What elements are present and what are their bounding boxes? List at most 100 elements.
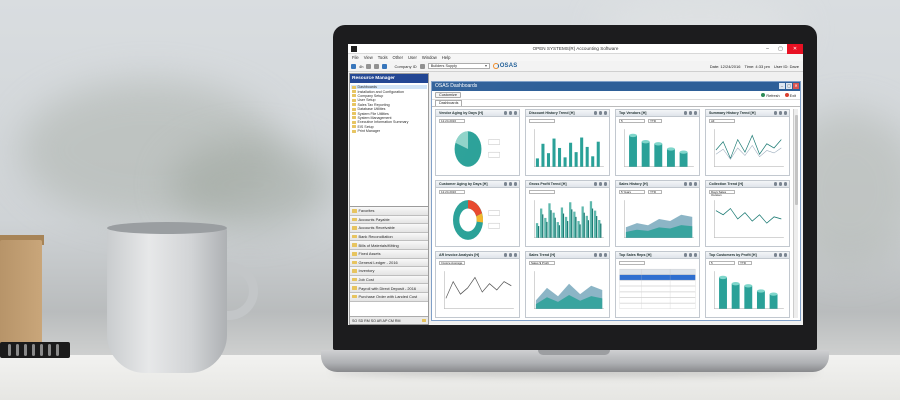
menu-view[interactable]: View bbox=[364, 55, 373, 60]
settings-icon[interactable] bbox=[688, 111, 692, 115]
table-row[interactable] bbox=[619, 268, 696, 275]
module-general-ledger[interactable]: General Ledger - 2016 bbox=[350, 258, 428, 268]
zoom-icon[interactable] bbox=[683, 182, 687, 186]
tab-dashboards[interactable]: Dashboards bbox=[435, 100, 463, 106]
module-accounts-payable[interactable]: Accounts Payable bbox=[350, 215, 428, 225]
calculator-icon[interactable] bbox=[374, 63, 380, 69]
menu-help[interactable]: Help bbox=[442, 55, 451, 60]
close-icon[interactable] bbox=[603, 253, 607, 257]
panel-period-select[interactable]: YTD bbox=[648, 189, 662, 195]
dashboard-panel[interactable]: AR Invoice Analysis [H] Invoice Average bbox=[435, 251, 520, 318]
settings-icon[interactable] bbox=[508, 111, 512, 115]
help-icon[interactable] bbox=[382, 63, 388, 69]
settings-icon[interactable] bbox=[688, 182, 692, 186]
dashboard-panel[interactable]: Gross Profit Trend [H] bbox=[525, 180, 610, 247]
settings-icon[interactable] bbox=[508, 253, 512, 257]
settings-icon[interactable] bbox=[598, 111, 602, 115]
module-favorites[interactable]: Favorites bbox=[350, 207, 428, 216]
panel-filter-select[interactable]: Sales $ Profit bbox=[529, 260, 555, 266]
zoom-icon[interactable] bbox=[593, 253, 597, 257]
dashboard-panel[interactable]: Collection Trend [H] Days Sales Outstan bbox=[705, 180, 790, 247]
panel-filter-select[interactable]: 12.24.2016 bbox=[439, 189, 465, 195]
panel-filter-select[interactable]: All bbox=[709, 118, 735, 124]
menu-other[interactable]: Other bbox=[393, 55, 403, 60]
panel-filter-select[interactable]: Days Sales Outstan bbox=[709, 189, 735, 197]
panel-period-select[interactable]: YTD bbox=[648, 118, 662, 124]
zoom-icon[interactable] bbox=[683, 111, 687, 115]
panel-filter-select[interactable] bbox=[529, 189, 555, 195]
panel-filter-select[interactable]: 12.24.2016 bbox=[439, 118, 465, 124]
table-row[interactable] bbox=[619, 291, 696, 298]
zoom-icon[interactable] bbox=[593, 111, 597, 115]
close-icon[interactable] bbox=[603, 111, 607, 115]
zoom-icon[interactable] bbox=[683, 253, 687, 257]
refresh-button[interactable]: Refresh bbox=[761, 92, 780, 98]
dashboard-scrollbar[interactable] bbox=[793, 109, 798, 318]
menu-file[interactable]: File bbox=[352, 55, 359, 60]
table-row[interactable] bbox=[619, 297, 696, 304]
dashboard-panel[interactable]: Customer Aging by Days [H] 12.24.2016 bbox=[435, 180, 520, 247]
dashboard-minimize-button[interactable]: – bbox=[779, 83, 785, 89]
customize-button[interactable]: Customize bbox=[435, 92, 461, 98]
close-icon[interactable] bbox=[693, 111, 697, 115]
close-icon[interactable] bbox=[693, 253, 697, 257]
module-shortcut-bar[interactable]: SO SD RM SO AR AP CM RM bbox=[350, 316, 428, 324]
zoom-icon[interactable] bbox=[503, 253, 507, 257]
settings-icon[interactable] bbox=[778, 182, 782, 186]
dashboard-maximize-button[interactable]: ▢ bbox=[786, 83, 792, 89]
panel-filter-select[interactable] bbox=[619, 260, 645, 266]
zoom-icon[interactable] bbox=[503, 111, 507, 115]
panel-filter-select[interactable]: 5 bbox=[619, 118, 645, 124]
module-payroll[interactable]: Payroll with Direct Deposit - 2016 bbox=[350, 284, 428, 293]
dashboard-panel[interactable]: Sales History [H] 5 Years YTD bbox=[615, 180, 700, 247]
module-bills-of-materials[interactable]: Bills of Materials/Kitting bbox=[350, 241, 428, 250]
module-inventory[interactable]: Inventory bbox=[350, 267, 428, 276]
close-icon[interactable] bbox=[513, 182, 517, 186]
home-icon[interactable] bbox=[351, 63, 356, 69]
table-row[interactable] bbox=[619, 303, 696, 309]
panel-filter-select[interactable]: Invoice Average bbox=[439, 260, 465, 266]
company-select[interactable]: Builders Supply ▼ bbox=[427, 63, 490, 69]
zoom-icon[interactable] bbox=[773, 182, 777, 186]
menu-user[interactable]: User bbox=[408, 55, 417, 60]
settings-icon[interactable] bbox=[598, 253, 602, 257]
menu-tools[interactable]: Tools bbox=[378, 55, 388, 60]
module-purchase-order[interactable]: Purchase Order with Landed Cost bbox=[350, 292, 428, 302]
exit-button[interactable]: Exit bbox=[784, 92, 796, 98]
module-job-cost[interactable]: Job Cost bbox=[350, 275, 428, 285]
zoom-icon[interactable] bbox=[773, 111, 777, 115]
settings-icon[interactable] bbox=[508, 182, 512, 186]
dashboard-close-button[interactable]: ✕ bbox=[793, 83, 799, 89]
dashboard-panel[interactable]: Summary History Trend [H] All bbox=[705, 109, 790, 176]
scrollbar-thumb[interactable] bbox=[795, 115, 798, 205]
table-row[interactable] bbox=[619, 274, 696, 281]
close-icon[interactable] bbox=[783, 182, 787, 186]
zoom-icon[interactable] bbox=[503, 182, 507, 186]
settings-icon[interactable] bbox=[688, 253, 692, 257]
dashboard-panel[interactable]: Top Customers by Profit [H] 5 YTD bbox=[705, 251, 790, 318]
zoom-icon[interactable] bbox=[593, 182, 597, 186]
panel-filter-select[interactable]: 5 Years bbox=[619, 189, 645, 195]
table-row[interactable] bbox=[619, 286, 696, 292]
tree-item[interactable]: Print Manager bbox=[351, 129, 427, 133]
table-row[interactable] bbox=[619, 280, 696, 286]
panel-period-select[interactable]: YTD bbox=[738, 260, 752, 266]
panel-filter-select[interactable]: 5 bbox=[709, 260, 735, 266]
close-icon[interactable] bbox=[603, 182, 607, 186]
close-icon[interactable] bbox=[513, 111, 517, 115]
lookup-icon[interactable] bbox=[419, 63, 425, 69]
module-bank-reconciliation[interactable]: Bank Reconciliation bbox=[350, 232, 428, 242]
settings-icon[interactable] bbox=[598, 182, 602, 186]
panel-filter-select[interactable] bbox=[529, 118, 555, 124]
dashboard-panel[interactable]: Vendor Aging by Days [H] 12.24.2016 bbox=[435, 109, 520, 176]
settings-icon[interactable] bbox=[778, 111, 782, 115]
dashboard-panel[interactable]: Sales Trend [H] Sales $ Profit bbox=[525, 251, 610, 318]
dashboard-panel[interactable]: Discount History Trend [H] bbox=[525, 109, 610, 176]
dashboard-panel[interactable]: Top Sales Reps [H] bbox=[615, 251, 700, 318]
module-fixed-assets[interactable]: Fixed Assets bbox=[350, 249, 428, 259]
print-icon[interactable] bbox=[366, 63, 372, 69]
settings-icon[interactable] bbox=[778, 253, 782, 257]
zoom-icon[interactable] bbox=[773, 253, 777, 257]
close-icon[interactable] bbox=[783, 111, 787, 115]
close-icon[interactable] bbox=[513, 253, 517, 257]
